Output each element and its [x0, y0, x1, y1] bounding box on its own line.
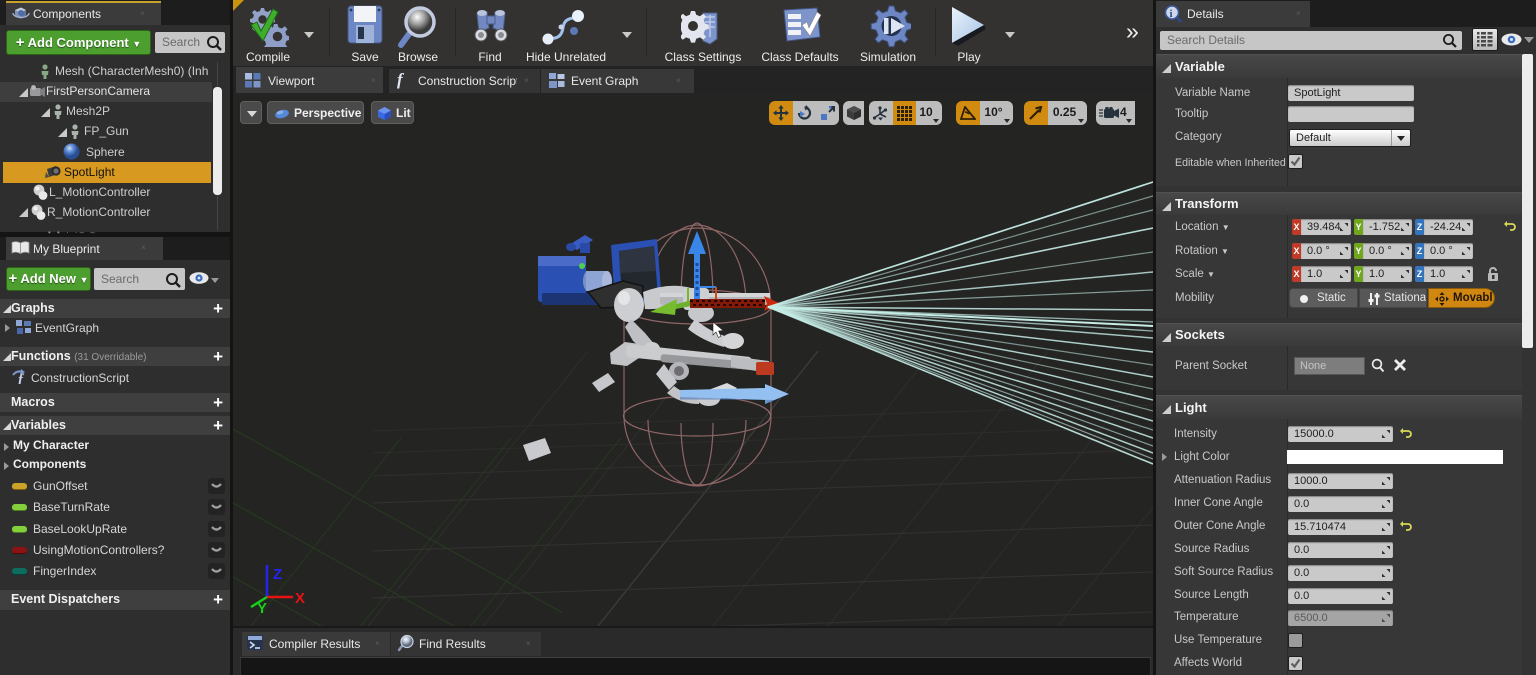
svg-text:i: i: [1170, 8, 1173, 20]
svg-text:Y: Y: [257, 600, 267, 617]
svg-text:X: X: [295, 590, 305, 607]
svg-text:Z: Z: [273, 566, 282, 583]
svg-text:f: f: [18, 372, 25, 384]
